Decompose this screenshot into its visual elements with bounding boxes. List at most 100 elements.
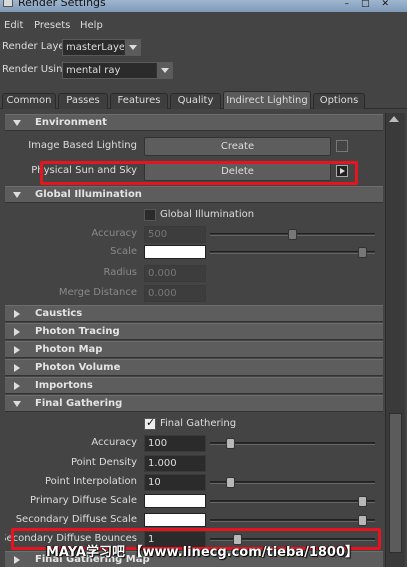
gi-scale-row: Scale xyxy=(5,243,383,262)
tab-quality[interactable]: Quality xyxy=(170,93,221,109)
gi-scale-label: Scale xyxy=(110,246,137,257)
collapse-triangle-icon xyxy=(14,328,20,336)
gi-radius-label: Radius xyxy=(103,267,137,278)
fg-primary-diffuse-slider[interactable] xyxy=(210,496,375,507)
gi-radius-row: Radius 0.000 xyxy=(5,264,383,283)
gi-accuracy-field[interactable]: 500 xyxy=(144,226,206,243)
render-layer-label: Render Layer xyxy=(2,41,69,52)
global-illumination-checkbox[interactable] xyxy=(144,209,156,221)
section-importons[interactable]: Importons xyxy=(5,377,383,394)
final-gathering-label: Final Gathering xyxy=(160,418,237,429)
gi-scale-slider[interactable] xyxy=(210,247,375,258)
gi-accuracy-row: Accuracy 500 xyxy=(5,225,383,244)
scroll-up-arrow-icon[interactable] xyxy=(389,116,399,122)
expand-triangle-icon xyxy=(13,401,21,407)
menu-bar: Edit Presets Help xyxy=(0,16,407,36)
ibl-label: Image Based Lighting xyxy=(28,140,137,151)
fg-point-density-label: Point Density xyxy=(70,457,137,468)
section-global-illumination[interactable]: Global Illumination xyxy=(5,186,383,203)
fg-point-interpolation-field[interactable]: 10 xyxy=(144,474,206,491)
fg-accuracy-row: Accuracy 100 xyxy=(5,434,383,453)
chevron-down-icon xyxy=(156,63,172,78)
tab-common[interactable]: Common xyxy=(2,93,56,109)
window-title: Render Settings xyxy=(18,0,106,9)
render-using-dropdown[interactable]: mental ray xyxy=(62,62,173,79)
fg-primary-diffuse-color-swatch[interactable] xyxy=(144,494,206,508)
fg-point-interpolation-label: Point Interpolation xyxy=(44,476,137,487)
fg-point-density-field[interactable]: 1.000 xyxy=(144,455,206,472)
section-title: Importons xyxy=(35,380,93,391)
section-title: Photon Map xyxy=(35,344,103,355)
tab-options[interactable]: Options xyxy=(313,93,365,109)
slider-handle[interactable] xyxy=(226,438,235,449)
vertical-scrollbar[interactable] xyxy=(385,113,405,567)
tab-bar: Common Passes Features Quality Indirect … xyxy=(0,90,407,109)
section-title: Environment xyxy=(35,117,107,128)
section-title: Final Gathering xyxy=(35,398,123,409)
slider-handle[interactable] xyxy=(226,477,235,488)
fg-primary-diffuse-scale-label: Primary Diffuse Scale xyxy=(30,495,137,506)
map-link-icon[interactable] xyxy=(336,140,348,152)
collapse-triangle-icon xyxy=(14,382,20,390)
collapse-triangle-icon xyxy=(14,310,20,318)
section-title: Caustics xyxy=(35,308,83,319)
fg-accuracy-label: Accuracy xyxy=(91,437,137,448)
fg-accuracy-slider[interactable] xyxy=(210,438,375,449)
final-gathering-checkbox[interactable] xyxy=(144,416,156,430)
fg-primary-diffuse-scale-row: Primary Diffuse Scale xyxy=(5,492,383,511)
slider-handle[interactable] xyxy=(288,229,297,240)
fg-toggle-row: Final Gathering xyxy=(5,415,383,434)
section-photon-volume[interactable]: Photon Volume xyxy=(5,359,383,376)
ibl-row: Image Based Lighting Create xyxy=(5,137,383,156)
gi-accuracy-label: Accuracy xyxy=(91,228,137,239)
menu-presets[interactable]: Presets xyxy=(34,20,70,31)
render-layer-dropdown[interactable]: masterLayer xyxy=(62,39,141,56)
gi-merge-distance-field[interactable]: 0.000 xyxy=(144,285,206,302)
section-environment[interactable]: Environment xyxy=(5,114,383,131)
tab-passes[interactable]: Passes xyxy=(58,93,108,109)
ibl-create-button[interactable]: Create xyxy=(144,137,331,156)
render-using-row: Render Using mental ray xyxy=(0,61,407,79)
expand-triangle-icon xyxy=(13,192,21,198)
scrollbar-thumb[interactable] xyxy=(389,413,402,553)
fg-point-interpolation-row: Point Interpolation 10 xyxy=(5,473,383,492)
section-title: Photon Volume xyxy=(35,362,121,373)
menu-help[interactable]: Help xyxy=(80,20,103,31)
window-title-bar: Render Settings –□✕ xyxy=(0,0,407,12)
slider-handle[interactable] xyxy=(358,496,367,507)
chevron-down-icon xyxy=(124,40,140,55)
watermark-text: MAYA学习吧 【www.linecg.com/tieba/1800】 xyxy=(46,545,359,560)
tab-features[interactable]: Features xyxy=(110,93,168,109)
collapse-triangle-icon xyxy=(14,346,20,354)
section-title: Global Illumination xyxy=(35,189,142,200)
section-photon-tracing[interactable]: Photon Tracing xyxy=(5,323,383,340)
tab-indirect-lighting[interactable]: Indirect Lighting xyxy=(223,91,311,109)
render-layer-row: Render Layer masterLayer xyxy=(0,38,407,56)
slider-handle[interactable] xyxy=(358,247,367,258)
section-photon-map[interactable]: Photon Map xyxy=(5,341,383,358)
menu-edit[interactable]: Edit xyxy=(4,20,23,31)
fg-point-interpolation-slider[interactable] xyxy=(210,477,375,488)
gi-accuracy-slider[interactable] xyxy=(210,229,375,240)
render-using-value: mental ray xyxy=(66,65,121,76)
slider-handle[interactable] xyxy=(358,515,367,526)
global-illumination-label: Global Illumination xyxy=(160,209,255,220)
gi-merge-distance-row: Merge Distance 0.000 xyxy=(5,284,383,303)
app-icon xyxy=(3,0,13,7)
gi-merge-distance-label: Merge Distance xyxy=(58,287,137,298)
gi-scale-color-swatch[interactable] xyxy=(144,245,206,259)
fg-secondary-diffuse-scale-label: Secondary Diffuse Scale xyxy=(15,514,137,525)
fg-secondary-diffuse-color-swatch[interactable] xyxy=(144,513,206,527)
fg-point-density-row: Point Density 1.000 xyxy=(5,454,383,473)
section-final-gathering[interactable]: Final Gathering xyxy=(5,395,383,412)
collapse-triangle-icon xyxy=(14,364,20,372)
gi-toggle-row: Global Illumination xyxy=(5,206,383,225)
fg-accuracy-field[interactable]: 100 xyxy=(144,435,206,452)
gi-radius-field[interactable]: 0.000 xyxy=(144,265,206,282)
window-controls[interactable]: –□✕ xyxy=(344,0,401,10)
section-caustics[interactable]: Caustics xyxy=(5,305,383,322)
render-layer-value: masterLayer xyxy=(66,42,130,53)
render-using-label: Render Using xyxy=(2,64,69,75)
highlight-physical-sun xyxy=(40,161,358,185)
fg-secondary-diffuse-slider[interactable] xyxy=(210,515,375,526)
